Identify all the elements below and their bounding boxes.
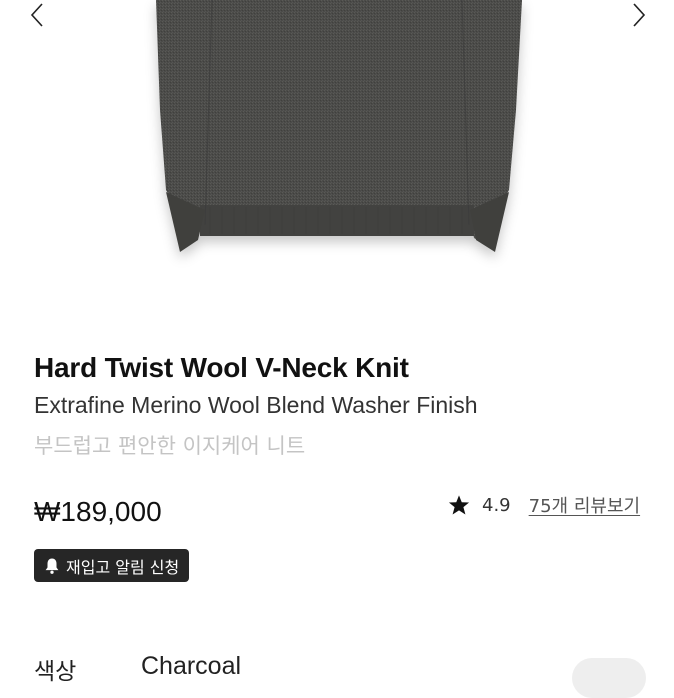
product-title: Hard Twist Wool V-Neck Knit: [34, 352, 409, 383]
product-image: [156, 0, 522, 252]
rating-summary: 4.9 75개 리뷰보기: [448, 490, 640, 520]
color-option-toggle[interactable]: [572, 658, 646, 698]
rating-value: 4.9: [482, 494, 511, 516]
previous-image-button[interactable]: [22, 0, 52, 30]
chevron-left-icon: [30, 3, 43, 27]
chevron-right-icon: [633, 3, 646, 27]
color-option-value: Charcoal: [141, 652, 242, 680]
review-link[interactable]: 75개 리뷰보기: [529, 492, 640, 518]
product-subtitle: Extrafine Merino Wool Blend Washer Finis…: [34, 392, 478, 418]
star-icon: [448, 495, 470, 515]
product-price: ₩189,000: [34, 496, 162, 527]
product-description: 부드럽고 편안한 이지케어 니트: [34, 434, 306, 458]
restock-alert-button[interactable]: 재입고 알림 신청: [34, 549, 190, 582]
color-option-label: 색상: [34, 659, 77, 685]
next-image-button[interactable]: [624, 0, 654, 30]
product-image-gallery[interactable]: [0, 0, 674, 300]
restock-alert-label: 재입고 알림 신청: [66, 557, 180, 577]
bell-icon: [45, 558, 59, 574]
